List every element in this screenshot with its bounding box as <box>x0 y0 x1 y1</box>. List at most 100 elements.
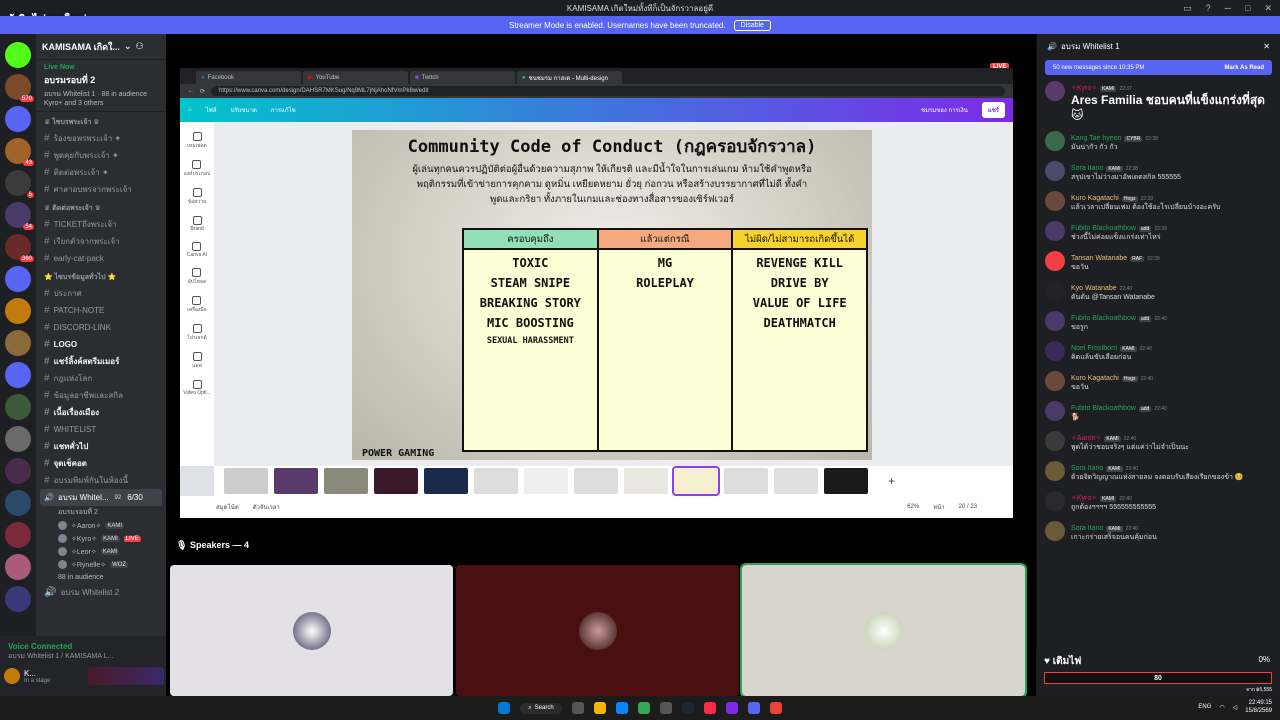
page-thumb[interactable] <box>624 468 668 494</box>
server-icon[interactable] <box>5 106 31 132</box>
channel-item[interactable]: # LOGO <box>36 336 166 353</box>
voice-channel-active[interactable]: 🔊 อบรม Whitel... 92 6/30 <box>40 489 162 506</box>
voice-user[interactable]: ✧Rynelle✧ WOZ <box>36 558 166 571</box>
canva-side-item[interactable]: ข้อความ <box>188 188 206 206</box>
channel-item[interactable]: # ศาลาอบพรจากพระเจ้า <box>36 181 166 198</box>
browser-tab[interactable]: ▶ YouTube <box>303 71 408 84</box>
avatar[interactable] <box>1045 341 1065 361</box>
page-thumb[interactable] <box>424 468 468 494</box>
message-author[interactable]: Fubito Blackoathbow <box>1071 405 1136 412</box>
chat-message[interactable]: Fubito Blackoathbow add 22:39 ช่วงนี้ไม่ค่อ… <box>1037 217 1280 247</box>
speaker-tile[interactable] <box>170 565 453 696</box>
chat-message[interactable]: Fubito Blackoathbow add 22:40 ขอรูก <box>1037 307 1280 337</box>
avatar[interactable] <box>1045 131 1065 151</box>
chat-message[interactable]: Noel Frostborn KAMI 22:40 คิดแล้นขับเลือยก่… <box>1037 337 1280 367</box>
channel-category[interactable]: ♛ ไซบรพระเจ้า ♛ <box>36 112 166 130</box>
channel-item[interactable]: # แชทคั่วไป <box>36 438 166 455</box>
server-header[interactable]: KAMISAMA เกิดใ... ⌄ ⚇ <box>36 34 166 60</box>
server-icon[interactable] <box>5 298 31 324</box>
channel-item[interactable]: # อบรมพิมพ์กันในห้องนี้ <box>36 472 166 489</box>
chevron-down-icon[interactable]: ⌄ <box>124 41 132 52</box>
canva-side-item[interactable]: Video Opti... <box>183 380 211 396</box>
canva-side-item[interactable]: แอพ <box>192 352 202 370</box>
page-thumb[interactable] <box>724 468 768 494</box>
message-author[interactable]: Kuro Kagatachi <box>1071 375 1119 382</box>
chat-message[interactable]: ✧Aaron✧ KAMI 22:40 พูดได้ว่าชอบจริงๆ แต่แค่… <box>1037 427 1280 457</box>
timer-button[interactable]: ตัวจับเวลา <box>253 502 280 512</box>
channel-category[interactable]: ⭐ ไซบรข้อมูลทั่วไป ⭐ <box>36 267 166 285</box>
message-author[interactable]: Fubito Blackoathbow <box>1071 225 1136 232</box>
channel-item[interactable]: # DISCORD-LINK <box>36 319 166 336</box>
chat-message[interactable]: ✧Kyro✧ KAMI 22:40 ถูกต้องฯฯฯฯ 555555555555 <box>1037 487 1280 517</box>
channel-item[interactable]: # WHITELIST <box>36 421 166 438</box>
avatar[interactable] <box>1045 191 1065 211</box>
voice-user[interactable]: ✧Leor✧ KAMI <box>36 545 166 558</box>
server-icon[interactable]: 54 <box>5 202 34 230</box>
new-messages-bar[interactable]: 50 new messages since 10:35 PM Mark As R… <box>1045 60 1272 75</box>
avatar[interactable] <box>1045 281 1065 301</box>
wifi-icon[interactable]: ◠ <box>1219 704 1224 711</box>
close-icon[interactable]: ✕ <box>1263 42 1270 51</box>
avatar[interactable] <box>1045 461 1065 481</box>
avatar[interactable] <box>1045 371 1065 391</box>
browser-tab-active[interactable]: ● ชนชมรม กาสเด - Multi-design <box>517 71 622 84</box>
server-icon[interactable] <box>5 426 31 452</box>
disable-streamer-button[interactable]: Disable <box>733 19 771 31</box>
channel-item[interactable]: # ข้อมูลอาชีพและสกิล <box>36 387 166 404</box>
canva-side-item[interactable]: Canva AI <box>187 242 207 258</box>
message-author[interactable]: Fubito Blackoathbow <box>1071 315 1136 322</box>
canva-side-item[interactable]: เทมเพลต <box>187 132 207 150</box>
channel-item[interactable]: # กฎแห่งโลก <box>36 370 166 387</box>
chat-message[interactable]: Kuro Kagatachi Hogs 22:40 ขอวัน <box>1037 367 1280 397</box>
avatar[interactable] <box>1045 81 1065 101</box>
channel-item[interactable]: # ประกาศ <box>36 285 166 302</box>
clock[interactable]: 22:49:15 15/8/2569 <box>1245 699 1272 715</box>
canva-menu-file[interactable]: ไฟล์ <box>206 105 217 115</box>
notes-button[interactable]: สมุดโน้ต <box>216 502 239 512</box>
steam-icon[interactable] <box>681 702 694 714</box>
channel-item[interactable]: # ติดต่อพระเจ้า ✦ <box>36 164 166 181</box>
page-thumb-selected[interactable] <box>672 466 720 496</box>
server-icon[interactable] <box>5 330 31 356</box>
chat-message[interactable]: Kang Tae hyeon CYBR 22:38 มันน่ากัว กัว กัว <box>1037 127 1280 157</box>
server-icon[interactable] <box>5 42 31 68</box>
channel-item[interactable]: # early-cat-pack <box>36 250 166 267</box>
volume-icon[interactable]: ◁ <box>1233 704 1238 711</box>
speaker-tile-speaking[interactable] <box>740 563 1027 698</box>
app-icon[interactable] <box>769 702 782 714</box>
channel-item[interactable]: # จุดเช็คอต <box>36 455 166 472</box>
server-icon[interactable] <box>5 266 31 292</box>
browser-tab[interactable]: ■ Twitch <box>410 71 515 84</box>
message-author[interactable]: Kuro Kagatachi <box>1071 195 1119 202</box>
home-icon[interactable]: ⌂ <box>188 107 192 113</box>
language-indicator[interactable]: ENG <box>1198 704 1211 710</box>
chat-message[interactable]: ✧Kyro✧ KAMI 22:37 Ares Familia ชอบคนที่แข็ง… <box>1037 77 1280 127</box>
url-bar[interactable]: https://www.canva.com/design/DAHSR7MKSug… <box>211 86 1005 96</box>
browser-tab[interactable]: ● Facebook <box>196 71 301 84</box>
close-button[interactable]: ✕ <box>1264 3 1272 14</box>
canva-side-item[interactable]: อัปโหลด <box>188 268 206 286</box>
message-author[interactable]: Noel Frostborn <box>1071 345 1117 352</box>
edge-icon[interactable] <box>615 702 628 714</box>
page-thumb[interactable] <box>324 468 368 494</box>
message-author[interactable]: Sora Itano <box>1071 165 1103 172</box>
message-author[interactable]: ✧Kyro✧ <box>1071 495 1097 502</box>
folder-icon[interactable] <box>593 702 606 714</box>
message-author[interactable]: ✧Kyro✧ <box>1071 85 1097 92</box>
music-icon[interactable] <box>703 702 716 714</box>
add-user-icon[interactable]: ⚇ <box>135 41 143 52</box>
avatar[interactable] <box>1045 161 1065 181</box>
server-icon[interactable] <box>5 586 31 612</box>
help-icon[interactable]: ? <box>1206 3 1211 14</box>
canva-side-item[interactable]: โปรเจกต์ <box>187 324 207 342</box>
zoom-level[interactable]: 62% <box>907 504 919 510</box>
task-view-icon[interactable] <box>571 702 584 714</box>
speaker-tile[interactable] <box>456 565 739 696</box>
avatar[interactable] <box>1045 311 1065 331</box>
chat-message[interactable]: Sora Itano KAMI 22:40 เกาะกร่ายเสร็จอนคนคุ้… <box>1037 517 1280 547</box>
avatar[interactable] <box>1045 221 1065 241</box>
page-thumb[interactable] <box>274 468 318 494</box>
server-icon[interactable] <box>5 394 31 420</box>
avatar[interactable] <box>4 668 20 684</box>
server-icon[interactable] <box>5 490 31 516</box>
